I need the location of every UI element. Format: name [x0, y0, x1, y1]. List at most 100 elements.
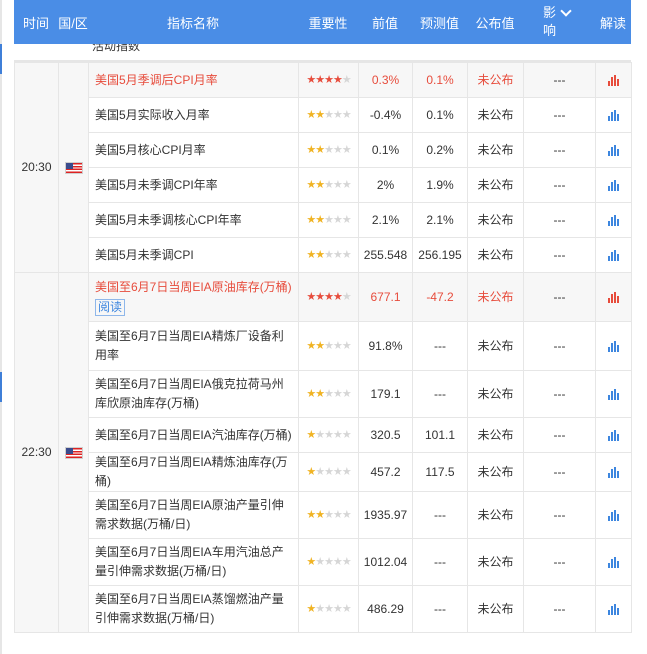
bar-chart-icon-bar	[611, 216, 613, 226]
bar-chart-icon-bar	[617, 113, 619, 121]
time-cell: 20:30	[14, 62, 59, 273]
bar-chart-icon-bar	[617, 433, 619, 441]
bar-chart-icon[interactable]	[608, 429, 619, 441]
interpret-cell[interactable]	[595, 237, 632, 273]
previous-value: 2%	[358, 167, 413, 203]
star-icon: ★	[324, 214, 334, 226]
interpret-cell[interactable]	[595, 202, 632, 238]
indicator-name-cell[interactable]: 美国5月季调后CPI月率	[88, 62, 299, 98]
previous-value: 0.3%	[358, 62, 413, 98]
bar-chart-icon-bar	[608, 115, 610, 121]
bar-chart-icon[interactable]	[608, 214, 619, 226]
importance-cell: ★★★★★	[298, 538, 359, 586]
indicator-name-cell[interactable]: 美国至6月7日当周EIA精炼油库存(万桶)	[88, 452, 299, 492]
interpret-cell[interactable]	[595, 538, 632, 586]
interpret-cell[interactable]	[595, 62, 632, 98]
star-icon: ★	[306, 466, 316, 478]
indicator-name-cell[interactable]: 美国5月未季调CPI	[88, 237, 299, 273]
interpret-cell[interactable]	[595, 452, 632, 492]
indicator-name-cell[interactable]: 美国至6月7日当周EIA原油库存(万桶) 阅读	[88, 272, 299, 322]
actual-value-text: 未公布	[477, 464, 514, 479]
bar-chart-icon-bar	[617, 253, 619, 261]
star-icon: ★	[341, 109, 352, 121]
star-icon: ★	[306, 249, 316, 261]
actual-value: 未公布	[467, 321, 524, 371]
indicator-name: 美国至6月7日当周EIA原油产量引伸需求数据(万桶/日)	[95, 498, 284, 531]
table-row: 美国5月未季调CPI年率 ★★★★★ 2% 1.9% 未公布 ---	[15, 167, 632, 203]
indicator-name-cell[interactable]: 美国至6月7日当周EIA俄克拉荷马州库欣原油库存(万桶)	[88, 370, 299, 418]
release-time: 20:30	[21, 160, 52, 174]
bar-chart-icon-bar	[614, 388, 616, 400]
bar-chart-icon[interactable]	[608, 249, 619, 261]
impact-value-text: ---	[553, 601, 566, 616]
bar-chart-icon-bar	[611, 605, 613, 615]
importance-stars: ★★★★★	[306, 141, 351, 160]
interpret-cell[interactable]	[595, 585, 632, 633]
forecast-value-text: ---	[434, 554, 446, 569]
read-link[interactable]: 阅读	[95, 298, 126, 316]
bar-chart-icon[interactable]	[608, 291, 619, 303]
star-icon: ★	[341, 388, 352, 400]
impact-value: ---	[523, 417, 596, 453]
indicator-name-cell[interactable]: 美国5月未季调核心CPI年率	[88, 202, 299, 238]
interpret-cell[interactable]	[595, 417, 632, 453]
interpret-cell[interactable]	[595, 132, 632, 168]
indicator-name-cell[interactable]: 美国5月核心CPI月率	[88, 132, 299, 168]
star-icon: ★	[315, 179, 325, 191]
actual-value: 未公布	[467, 167, 524, 203]
previous-value: 255.548	[358, 237, 413, 273]
bar-chart-icon[interactable]	[608, 179, 619, 191]
importance-stars: ★★★★★	[306, 246, 351, 265]
bar-chart-icon[interactable]	[608, 109, 619, 121]
importance-stars: ★★★★★	[306, 71, 351, 90]
star-icon: ★	[315, 214, 325, 226]
forecast-value: -47.2	[412, 272, 468, 322]
bar-chart-icon[interactable]	[608, 603, 619, 615]
indicator-name-cell[interactable]: 美国至6月7日当周EIA原油产量引伸需求数据(万桶/日)	[88, 491, 299, 539]
interpret-cell[interactable]	[595, 272, 632, 322]
chevron-down-icon[interactable]	[560, 5, 572, 17]
table-row: 美国5月未季调CPI ★★★★★ 255.548 256.195 未公布 ---	[15, 237, 632, 273]
bar-chart-icon[interactable]	[608, 144, 619, 156]
previous-value-text: 179.1	[370, 386, 401, 401]
importance-stars: ★★★★★	[306, 176, 351, 195]
star-icon: ★	[324, 291, 334, 303]
indicator-name-cell[interactable]: 美国至6月7日当周EIA车用汽油总产量引伸需求数据(万桶/日)	[88, 538, 299, 586]
importance-stars: ★★★★★	[306, 426, 351, 445]
header-impact[interactable]: 影 响	[523, 0, 595, 38]
impact-value: ---	[523, 132, 596, 168]
bar-chart-icon[interactable]	[608, 509, 619, 521]
indicator-name-cell[interactable]: 美国5月未季调CPI年率	[88, 167, 299, 203]
actual-value-text: 未公布	[477, 338, 514, 353]
interpret-cell[interactable]	[595, 491, 632, 539]
interpret-cell[interactable]	[595, 167, 632, 203]
bar-chart-icon-bar	[617, 607, 619, 615]
bar-chart-icon[interactable]	[608, 388, 619, 400]
table-row: 美国至6月7日当周EIA车用汽油总产量引伸需求数据(万桶/日) ★★★★★ 1012…	[15, 538, 632, 586]
impact-value: ---	[523, 97, 596, 133]
bar-chart-icon[interactable]	[608, 340, 619, 352]
bar-chart-icon[interactable]	[608, 74, 619, 86]
importance-stars: ★★★★★	[306, 288, 351, 307]
previous-value-text: 320.5	[370, 427, 401, 442]
indicator-name-cell[interactable]: 美国至6月7日当周EIA精炼厂设备利用率	[88, 321, 299, 371]
importance-cell: ★★★★★	[298, 62, 359, 98]
indicator-name: 美国至6月7日当周EIA精炼油库存(万桶)	[95, 455, 288, 488]
interpret-cell[interactable]	[595, 321, 632, 371]
header-actual: 公布值	[475, 15, 515, 31]
indicator-name-cell[interactable]: 美国至6月7日当周EIA蒸馏燃油产量引伸需求数据(万桶/日)	[88, 585, 299, 633]
bar-chart-icon[interactable]	[608, 466, 619, 478]
importance-cell: ★★★★★	[298, 237, 359, 273]
importance-cell: ★★★★★	[298, 585, 359, 633]
bar-chart-icon[interactable]	[608, 556, 619, 568]
interpret-cell[interactable]	[595, 97, 632, 133]
flag-canton	[65, 447, 73, 454]
actual-value: 未公布	[467, 585, 524, 633]
bar-chart-icon-bar	[617, 344, 619, 352]
indicator-name-cell[interactable]: 美国5月实际收入月率	[88, 97, 299, 133]
star-icon: ★	[332, 109, 343, 121]
indicator-name-cell[interactable]: 美国至6月7日当周EIA汽油库存(万桶)	[88, 417, 299, 453]
forecast-value: 0.1%	[412, 97, 468, 133]
bar-chart-icon-bar	[608, 346, 610, 352]
interpret-cell[interactable]	[595, 370, 632, 418]
